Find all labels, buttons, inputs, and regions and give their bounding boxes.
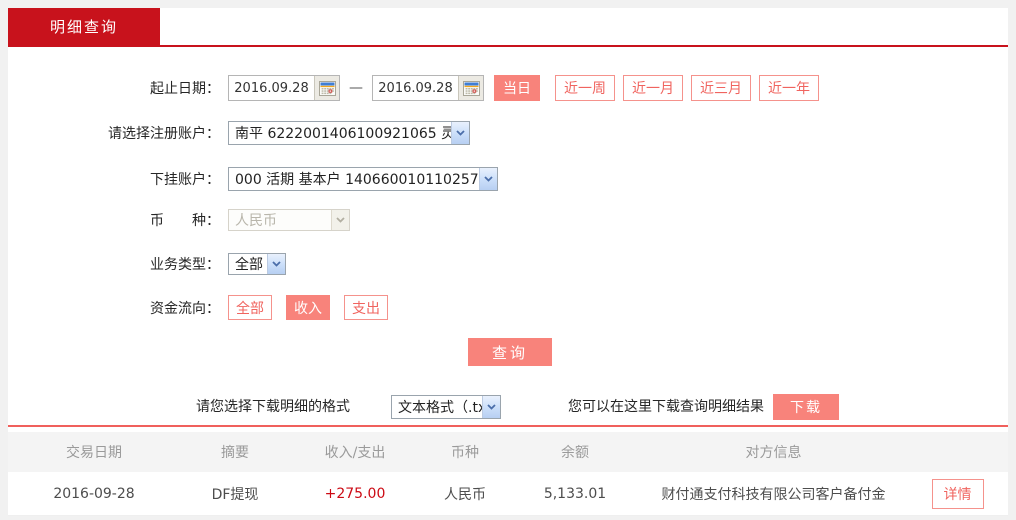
quick-range-year-button[interactable]: 近一年 — [759, 75, 819, 101]
business-type-value: 全部 — [235, 257, 263, 273]
register-account-row: 请选择注册账户： 南平 6222001406100921065 灵通卡 — [8, 121, 470, 145]
start-date-value: 2016.09.28 — [234, 80, 309, 96]
chevron-down-icon — [451, 122, 469, 144]
sub-account-value: 000 活期 基本户 1406600101102571848 — [235, 172, 479, 188]
sub-account-select[interactable]: 000 活期 基本户 1406600101102571848 — [228, 167, 498, 191]
chevron-down-icon — [267, 254, 285, 274]
table-row: 2016-09-28 DF提现 +275.00 人民币 5,133.01 财付通… — [8, 472, 1008, 516]
quick-range-3month-button[interactable]: 近三月 — [691, 75, 751, 101]
header-balance: 余额 — [561, 445, 589, 461]
chevron-down-icon — [479, 168, 497, 190]
register-account-value: 南平 6222001406100921065 灵通卡 — [235, 126, 451, 142]
chevron-down-icon — [331, 210, 349, 230]
sub-account-label: 下挂账户： — [150, 172, 220, 188]
download-row: 请您选择下载明细的格式 文本格式（.txt） 您可以在这里下载查询明细结果 下载 — [8, 394, 1008, 420]
sub-account-row: 下挂账户： 000 活期 基本户 1406600101102571848 — [8, 167, 498, 191]
end-date-input[interactable]: 2016.09.28 — [372, 75, 484, 101]
date-range-separator: — — [349, 80, 363, 96]
fund-flow-income-button[interactable]: 收入 — [286, 295, 330, 320]
tab-label: 明细查询 — [49, 18, 118, 36]
date-range-row: 起止日期： 2016.09.28 — 2016.09.28 当日 近一周 近一月… — [8, 75, 819, 101]
quick-range-month-button[interactable]: 近一月 — [623, 75, 683, 101]
tab-detail-query[interactable]: 明细查询 — [8, 8, 160, 45]
fund-flow-label: 资金流向： — [150, 300, 220, 317]
cell-balance: 5,133.01 — [543, 485, 607, 502]
chevron-down-icon — [482, 396, 500, 418]
download-hint-text: 您可以在这里下载查询明细结果 — [568, 399, 764, 415]
cell-summary: DF提现 — [211, 486, 259, 503]
quick-range-week-button[interactable]: 近一周 — [555, 75, 615, 101]
header-amount: 收入/支出 — [324, 445, 386, 461]
tab-underline — [8, 45, 1008, 47]
detail-button[interactable]: 详情 — [931, 478, 984, 509]
result-table: 交易日期 摘要 收入/支出 币种 余额 对方信息 2016-09-28 DF提现… — [8, 432, 1008, 516]
business-type-row: 业务类型： 全部 — [8, 253, 286, 275]
main-panel: 明细查询 起止日期： 2016.09.28 — 2016.09.28 当日 近一… — [8, 8, 1008, 516]
end-date-value: 2016.09.28 — [378, 80, 453, 96]
cell-actions: 详情 — [907, 478, 1008, 509]
download-format-select[interactable]: 文本格式（.txt） — [391, 395, 501, 419]
date-range-label: 起止日期： — [150, 81, 220, 97]
header-counterparty: 对方信息 — [745, 445, 802, 461]
cell-date: 2016-09-28 — [53, 485, 135, 502]
header-summary: 摘要 — [221, 445, 249, 461]
start-date-input[interactable]: 2016.09.28 — [228, 75, 340, 101]
register-account-label: 请选择注册账户： — [108, 126, 220, 142]
header-date: 交易日期 — [66, 445, 122, 461]
end-date-calendar-icon[interactable] — [458, 76, 483, 100]
currency-value: 人民币 — [235, 213, 277, 229]
currency-select: 人民币 — [228, 209, 350, 231]
table-header-row: 交易日期 摘要 收入/支出 币种 余额 对方信息 — [8, 432, 1008, 472]
quick-range-today-button[interactable]: 当日 — [494, 75, 540, 101]
fund-flow-row: 资金流向： 全部 收入 支出 — [8, 295, 402, 320]
business-type-select[interactable]: 全部 — [228, 253, 286, 275]
fund-flow-all-button[interactable]: 全部 — [228, 295, 272, 320]
query-button[interactable]: 查询 — [468, 338, 552, 366]
business-type-label: 业务类型： — [150, 257, 220, 273]
cell-amount: +275.00 — [324, 485, 386, 502]
download-format-label: 请您选择下载明细的格式 — [196, 399, 350, 415]
cell-currency: 人民币 — [444, 486, 486, 503]
download-button[interactable]: 下载 — [773, 394, 839, 420]
header-currency: 币种 — [451, 445, 479, 461]
cell-counterparty: 财付通支付科技有限公司客户备付金 — [661, 486, 886, 503]
register-account-select[interactable]: 南平 6222001406100921065 灵通卡 — [228, 121, 470, 145]
currency-label: 币 种： — [150, 213, 220, 229]
table-top-divider — [8, 425, 1008, 427]
detail-query-page: 明细查询 起止日期： 2016.09.28 — 2016.09.28 当日 近一… — [0, 0, 1016, 520]
start-date-calendar-icon[interactable] — [314, 76, 339, 100]
currency-row: 币 种： 人民币 — [8, 209, 350, 231]
fund-flow-expense-button[interactable]: 支出 — [344, 295, 388, 320]
download-format-value: 文本格式（.txt） — [398, 400, 482, 416]
